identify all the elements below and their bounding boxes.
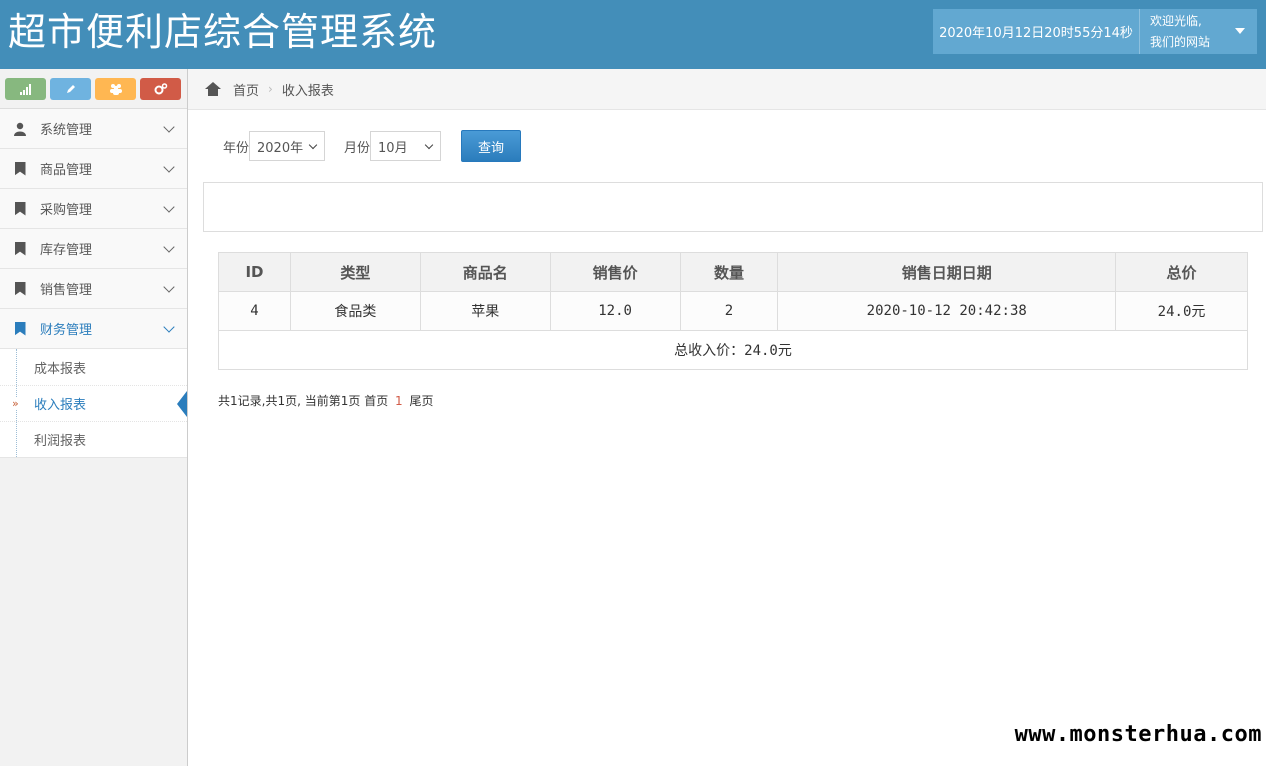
user-menu[interactable]: 欢迎光临, 我们的网站 [1139,9,1257,54]
empty-panel [203,182,1263,232]
column-header-price: 销售价 [549,252,681,292]
welcome-text: 欢迎光临, 我们的网站 [1150,11,1210,53]
watermark: www.monsterhua.com [1014,722,1262,747]
cell-date: 2020-10-12 20:42:38 [777,291,1117,331]
month-label: 月份 [344,140,371,156]
bookmark-icon [12,321,28,337]
sidebar-item-label: 库存管理 [40,243,93,258]
bookmark-icon [12,241,28,257]
bookmark-icon [12,281,28,297]
chevron-down-icon [163,121,175,133]
sidebar-item-sales[interactable]: 销售管理 [0,269,187,309]
double-chevron-right-icon: » [12,397,19,410]
sidebar-item-label: 采购管理 [40,203,93,218]
sidebar: 系统管理 商品管理 采购管理 库存管理 销售管理 财务管理 成本报表 » 收入报… [0,69,188,766]
table-row: 4 食品类 苹果 12.0 2 2020-10-12 20:42:38 24.0… [218,291,1248,331]
sidebar-item-inventory[interactable]: 库存管理 [0,229,187,269]
cell-product: 苹果 [419,291,551,331]
sidebar-item-label: 财务管理 [40,323,93,338]
sidebar-item-system[interactable]: 系统管理 [0,109,187,149]
signal-icon [19,83,31,95]
chevron-down-icon [308,140,318,150]
income-report-table: ID 类型 商品名 销售价 数量 销售日期日期 总价 4 食品类 苹果 12.0… [218,252,1248,370]
welcome-line-2: 我们的网站 [1150,34,1211,49]
year-select-value: 2020年 [257,140,304,156]
column-header-type: 类型 [289,252,421,292]
column-header-id: ID [218,252,291,292]
sidebar-item-label: 商品管理 [40,163,93,178]
pager-current-page[interactable]: 1 [395,394,403,408]
submenu-item-income-report[interactable]: » 收入报表 [0,385,187,421]
column-header-date: 销售日期日期 [777,252,1117,292]
chevron-down-icon [163,241,175,253]
shortcut-edit-button[interactable] [50,77,91,100]
query-button[interactable]: 查询 [461,130,522,162]
cell-total: 24.0元 [1115,291,1248,331]
shortcut-stats-button[interactable] [5,77,46,100]
sidebar-item-goods[interactable]: 商品管理 [0,149,187,189]
shortcut-users-button[interactable] [95,77,136,100]
bookmark-icon [12,161,28,177]
welcome-line-1: 欢迎光临, [1150,13,1202,28]
breadcrumb-home-link[interactable]: 首页 [233,80,259,99]
sidebar-item-finance[interactable]: 财务管理 [0,309,187,349]
finance-submenu: 成本报表 » 收入报表 利润报表 [0,349,187,458]
users-icon [109,83,122,95]
pager-summary: 共1记录,共1页, 当前第1页 [218,394,361,408]
shortcut-settings-button[interactable] [140,77,181,100]
cell-price: 12.0 [549,291,681,331]
caret-down-icon [1235,28,1245,34]
app-title: 超市便利店综合管理系统 [8,10,438,54]
cell-type: 食品类 [289,291,421,331]
chevron-down-icon [163,201,175,213]
month-select[interactable]: 10月 [370,131,442,161]
total-income: 总收入价：24.0元 [218,330,1248,370]
submenu-item-label: 收入报表 [34,398,87,413]
cell-id: 4 [218,291,291,331]
active-pointer-icon [177,391,187,417]
sidebar-item-label: 销售管理 [40,283,93,298]
sidebar-item-purchase[interactable]: 采购管理 [0,189,187,229]
year-label: 年份 [223,140,250,156]
pencil-icon [66,84,75,93]
column-header-product: 商品名 [419,252,551,292]
month-select-value: 10月 [378,140,408,156]
chevron-down-icon [163,321,175,333]
chevron-down-icon [163,161,175,173]
filter-bar: 年份 2020年 月份 10月 查询 [223,130,522,162]
breadcrumb: 首页 › 收入报表 [188,69,1266,110]
chevron-down-icon [163,281,175,293]
pagination: 共1记录,共1页, 当前第1页 首页 1 尾页 [218,392,434,409]
table-total-row: 总收入价：24.0元 [218,330,1248,370]
submenu-item-label: 成本报表 [34,361,87,377]
pager-first-link[interactable]: 首页 [364,394,388,408]
top-header: 超市便利店综合管理系统 2020年10月12日20时55分14秒 欢迎光临, 我… [0,0,1266,69]
table-header-row: ID 类型 商品名 销售价 数量 销售日期日期 总价 [218,252,1248,292]
submenu-item-cost-report[interactable]: 成本报表 [0,349,187,385]
column-header-quantity: 数量 [679,252,779,292]
user-icon [12,121,28,137]
cell-quantity: 2 [679,291,779,331]
sidebar-shortcuts [0,69,187,109]
column-header-total: 总价 [1115,252,1248,292]
chevron-right-icon: › [268,82,273,96]
cogs-icon [154,82,167,94]
chevron-down-icon [424,140,434,150]
breadcrumb-current: 收入报表 [281,83,334,99]
pager-last-link[interactable]: 尾页 [410,394,434,408]
datetime-display: 2020年10月12日20时55分14秒 [933,9,1139,54]
home-icon[interactable] [205,82,221,96]
sidebar-item-label: 系统管理 [40,123,93,138]
header-right: 2020年10月12日20时55分14秒 欢迎光临, 我们的网站 [933,9,1257,54]
submenu-item-label: 利润报表 [34,434,87,449]
year-select[interactable]: 2020年 [249,131,326,161]
bookmark-icon [12,201,28,217]
submenu-item-profit-report[interactable]: 利润报表 [0,421,187,457]
